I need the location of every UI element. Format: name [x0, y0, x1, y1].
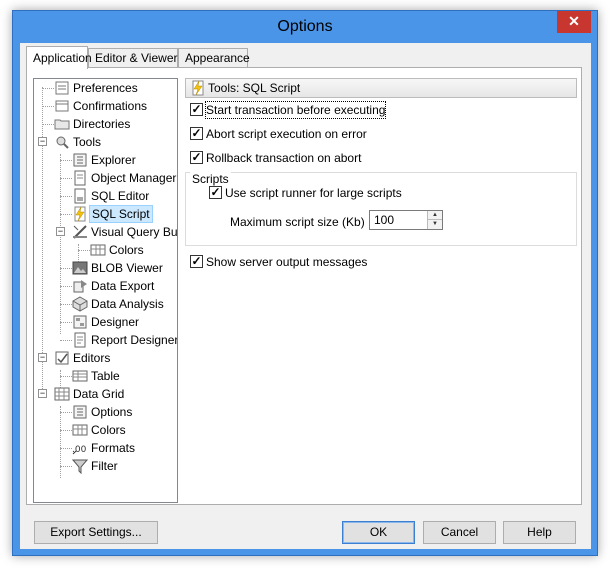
max-script-size-label: Maximum script size (Kb) — [230, 215, 365, 229]
tree-item-label: Directories — [73, 117, 131, 131]
tree-item-label: SQL Editor — [91, 189, 150, 203]
scripts-group: Scripts ✓ Use script runner for large sc… — [185, 172, 577, 246]
sql-script-icon — [72, 206, 88, 222]
tree-item-label: Report Designer — [91, 333, 178, 347]
tree-item-label: Data Analysis — [91, 297, 164, 311]
report-designer-icon — [72, 332, 88, 348]
checkbox-box[interactable]: ✓ — [190, 127, 203, 140]
data-grid-icon — [54, 386, 70, 402]
editors-collapse-toggle[interactable]: − — [38, 353, 47, 362]
tree-item-label: BLOB Viewer — [91, 261, 163, 275]
tree-item-label: Options — [91, 405, 133, 419]
checkbox-box[interactable]: ✓ — [190, 103, 203, 116]
colors-icon — [90, 242, 106, 258]
designer-icon — [72, 314, 88, 330]
tab-label: Application — [33, 51, 92, 65]
folder-icon — [54, 116, 70, 132]
window-title: Options — [277, 18, 333, 35]
tree-item-label: Colors — [109, 243, 144, 257]
checkbox-label: Show server output messages — [206, 255, 368, 269]
tab-editor-viewers[interactable]: Editor & Viewers — [88, 48, 183, 68]
preferences-icon — [54, 80, 70, 96]
tree-item-label: Data Export — [91, 279, 155, 293]
tree-item-label: Preferences — [73, 81, 138, 95]
max-script-size-spinner[interactable]: 100 ▲ ▼ — [369, 210, 443, 230]
checkbox-box[interactable]: ✓ — [190, 255, 203, 268]
tab-appearance[interactable]: Appearance — [178, 48, 250, 68]
dialog-client-area: Application Editor & Viewers Appearance — [20, 43, 591, 549]
tab-panel-application: − − − − Preferences Confirmations Direct… — [26, 67, 582, 505]
tree-item-label: Designer — [91, 315, 140, 329]
visual-query-collapse-toggle[interactable]: − — [56, 227, 65, 236]
tree-item-label: Filter — [91, 459, 118, 473]
tree-item-label: Tools — [73, 135, 102, 149]
grid-colors-icon — [72, 422, 88, 438]
spin-down-icon[interactable]: ▼ — [427, 220, 442, 229]
sql-editor-icon — [72, 188, 88, 204]
table-icon — [72, 368, 88, 384]
options-dialog: Options ✕ Application Editor & Viewers A… — [12, 10, 598, 556]
editors-icon — [54, 350, 70, 366]
data-export-icon — [72, 278, 88, 294]
cancel-button[interactable]: Cancel — [423, 521, 496, 544]
tab-label: Editor & Viewers — [95, 51, 184, 65]
tree-item-label: Colors — [91, 423, 126, 437]
data-analysis-icon — [72, 296, 88, 312]
tab-label: Appearance — [185, 51, 250, 65]
data-grid-collapse-toggle[interactable]: − — [38, 389, 47, 398]
tree-item-label: Table — [91, 369, 120, 383]
options-icon — [72, 404, 88, 420]
checkbox-label: Use script runner for large scripts — [225, 186, 402, 200]
filter-icon — [71, 458, 89, 475]
tab-application[interactable]: Application — [26, 46, 92, 69]
tree-item-label: Confirmations — [73, 99, 148, 113]
tree-item-label: Explorer — [91, 153, 136, 167]
section-header-title: Tools: SQL Script — [208, 81, 301, 95]
tools-icon — [54, 134, 70, 150]
tree-item-label: Visual Query Build — [91, 225, 178, 239]
tree-item-label: Data Grid — [73, 387, 125, 401]
options-tree[interactable]: − − − − Preferences Confirmations Direct… — [33, 78, 178, 503]
close-button[interactable]: ✕ — [557, 11, 591, 33]
object-manager-icon — [72, 170, 88, 186]
checkbox-box[interactable]: ✓ — [209, 186, 222, 199]
checkbox-label: Abort script execution on error — [206, 127, 367, 141]
explorer-icon — [72, 152, 88, 168]
max-script-size-value[interactable]: 100 — [374, 213, 394, 227]
tree-item-label: Formats — [91, 441, 136, 455]
visual-query-icon — [72, 224, 88, 240]
checkbox-box[interactable]: ✓ — [190, 151, 203, 164]
settings-content: Tools: SQL Script ✓ Start transaction be… — [185, 78, 577, 503]
title-bar[interactable]: Options ✕ — [13, 11, 597, 43]
formats-icon: .00 — [72, 440, 88, 456]
checkbox-label: Rollback transaction on abort — [206, 151, 362, 165]
section-header: Tools: SQL Script — [185, 78, 577, 98]
confirmations-icon — [54, 98, 70, 114]
checkbox-label: Start transaction before executing — [204, 101, 387, 119]
tree-item-label: SQL Script — [89, 205, 153, 223]
spin-up-icon[interactable]: ▲ — [427, 211, 442, 220]
export-settings-button[interactable]: Export Settings... — [34, 521, 158, 544]
help-button[interactable]: Help — [503, 521, 576, 544]
ok-button[interactable]: OK — [342, 521, 415, 544]
blob-viewer-icon — [72, 260, 88, 276]
tree-item-label: Editors — [73, 351, 111, 365]
tools-collapse-toggle[interactable]: − — [38, 137, 47, 146]
tree-item-label: Object Manager — [91, 171, 177, 185]
scripts-group-title: Scripts — [190, 172, 231, 186]
sql-script-icon — [190, 80, 206, 96]
